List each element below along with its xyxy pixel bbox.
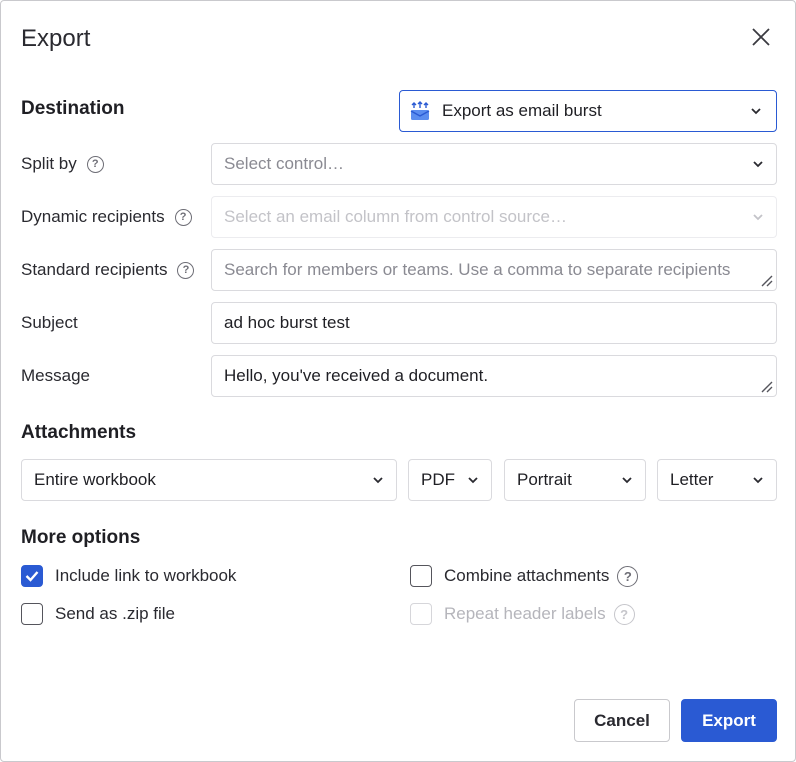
send-zip-checkbox[interactable] xyxy=(21,603,43,625)
resize-handle-icon[interactable] xyxy=(761,381,773,393)
combine-attachments-label: Combine attachments xyxy=(444,566,610,585)
combine-attachments-checkbox-row[interactable]: Combine attachments ? xyxy=(410,565,639,587)
attachment-paper-size-select[interactable]: Letter xyxy=(657,459,777,501)
destination-select[interactable]: Export as email burst xyxy=(399,90,777,132)
checkmark-icon xyxy=(25,571,39,582)
repeat-header-labels-checkbox-row: Repeat header labels ? xyxy=(410,603,635,625)
repeat-header-labels-checkbox xyxy=(410,603,432,625)
split-by-select[interactable]: Select control… xyxy=(211,143,777,185)
chevron-down-icon xyxy=(468,477,478,484)
repeat-header-labels-label: Repeat header labels xyxy=(444,604,606,623)
dynamic-recipients-select: Select an email column from control sour… xyxy=(211,196,777,238)
help-icon[interactable]: ? xyxy=(617,565,639,587)
chevron-down-icon xyxy=(753,214,763,221)
include-link-label: Include link to workbook xyxy=(55,566,237,585)
message-textarea[interactable]: Hello, you've received a document. xyxy=(211,355,777,397)
close-icon xyxy=(752,28,770,46)
subject-label: Subject xyxy=(21,313,78,332)
attachment-orientation-select[interactable]: Portrait xyxy=(504,459,646,501)
cancel-button[interactable]: Cancel xyxy=(574,699,670,742)
attachment-scope-select[interactable]: Entire workbook xyxy=(21,459,397,501)
resize-handle-icon[interactable] xyxy=(761,275,773,287)
include-link-checkbox[interactable] xyxy=(21,565,43,587)
chevron-down-icon xyxy=(622,477,632,484)
destination-heading: Destination xyxy=(21,98,125,119)
subject-input[interactable]: ad hoc burst test xyxy=(211,302,777,344)
include-link-checkbox-row[interactable]: Include link to workbook xyxy=(21,565,236,587)
dialog-title: Export xyxy=(21,25,91,52)
send-zip-checkbox-row[interactable]: Send as .zip file xyxy=(21,603,175,625)
dynamic-recipients-label: Dynamic recipients ? xyxy=(21,196,192,238)
help-icon[interactable]: ? xyxy=(174,208,192,226)
help-icon: ? xyxy=(613,603,635,625)
chevron-down-icon xyxy=(751,108,761,115)
more-options-heading: More options xyxy=(21,527,141,548)
attachment-format-select[interactable]: PDF xyxy=(408,459,492,501)
chevron-down-icon xyxy=(753,477,763,484)
help-icon[interactable]: ? xyxy=(86,155,104,173)
close-button[interactable] xyxy=(747,23,775,51)
export-dialog: Export Destination Export as email burst… xyxy=(0,0,796,762)
export-button[interactable]: Export xyxy=(681,699,777,742)
message-label: Message xyxy=(21,366,90,385)
help-icon[interactable]: ? xyxy=(177,261,195,279)
send-zip-label: Send as .zip file xyxy=(55,604,176,623)
chevron-down-icon xyxy=(373,477,383,484)
email-burst-icon xyxy=(410,101,430,120)
attachments-heading: Attachments xyxy=(21,422,137,443)
standard-recipients-label: Standard recipients ? xyxy=(21,249,195,291)
combine-attachments-checkbox[interactable] xyxy=(410,565,432,587)
destination-value: Export as email burst xyxy=(442,101,602,120)
standard-recipients-input[interactable]: Search for members or teams. Use a comma… xyxy=(211,249,777,291)
split-by-label: Split by ? xyxy=(21,143,104,185)
chevron-down-icon xyxy=(753,161,763,168)
